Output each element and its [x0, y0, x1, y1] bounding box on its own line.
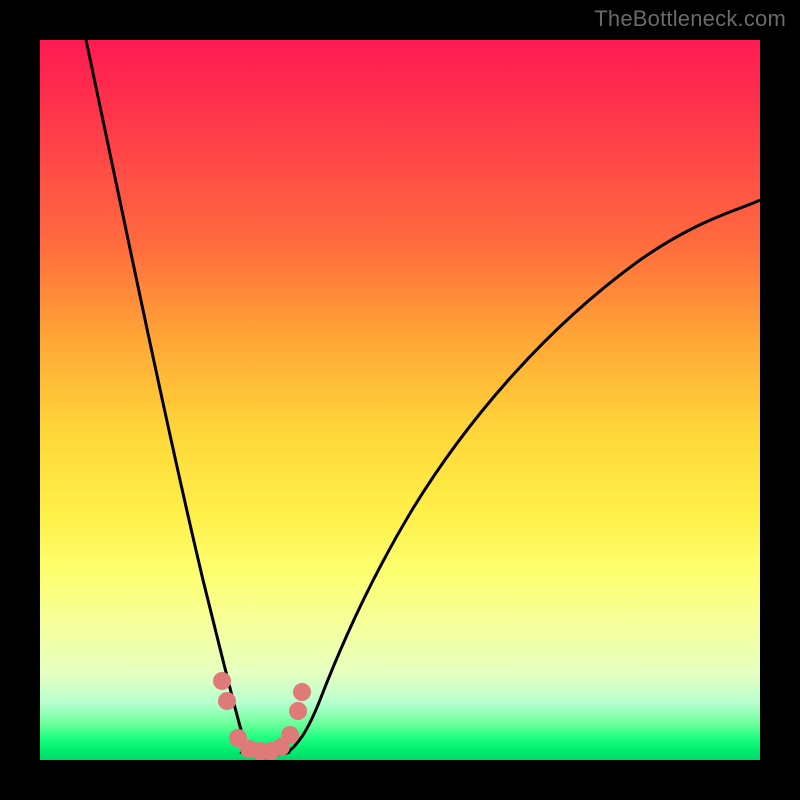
watermark-text: TheBottleneck.com — [594, 6, 786, 32]
marker-dot — [213, 672, 231, 690]
marker-dot — [289, 702, 307, 720]
curve-layer — [40, 40, 760, 760]
outer-frame: TheBottleneck.com — [0, 0, 800, 800]
marker-dot — [218, 692, 236, 710]
marker-dot — [293, 683, 311, 701]
marker-group — [213, 672, 311, 760]
marker-dot — [281, 726, 299, 744]
curve-right-branch — [285, 200, 760, 754]
curve-left-branch — [86, 40, 260, 756]
plot-area — [40, 40, 760, 760]
